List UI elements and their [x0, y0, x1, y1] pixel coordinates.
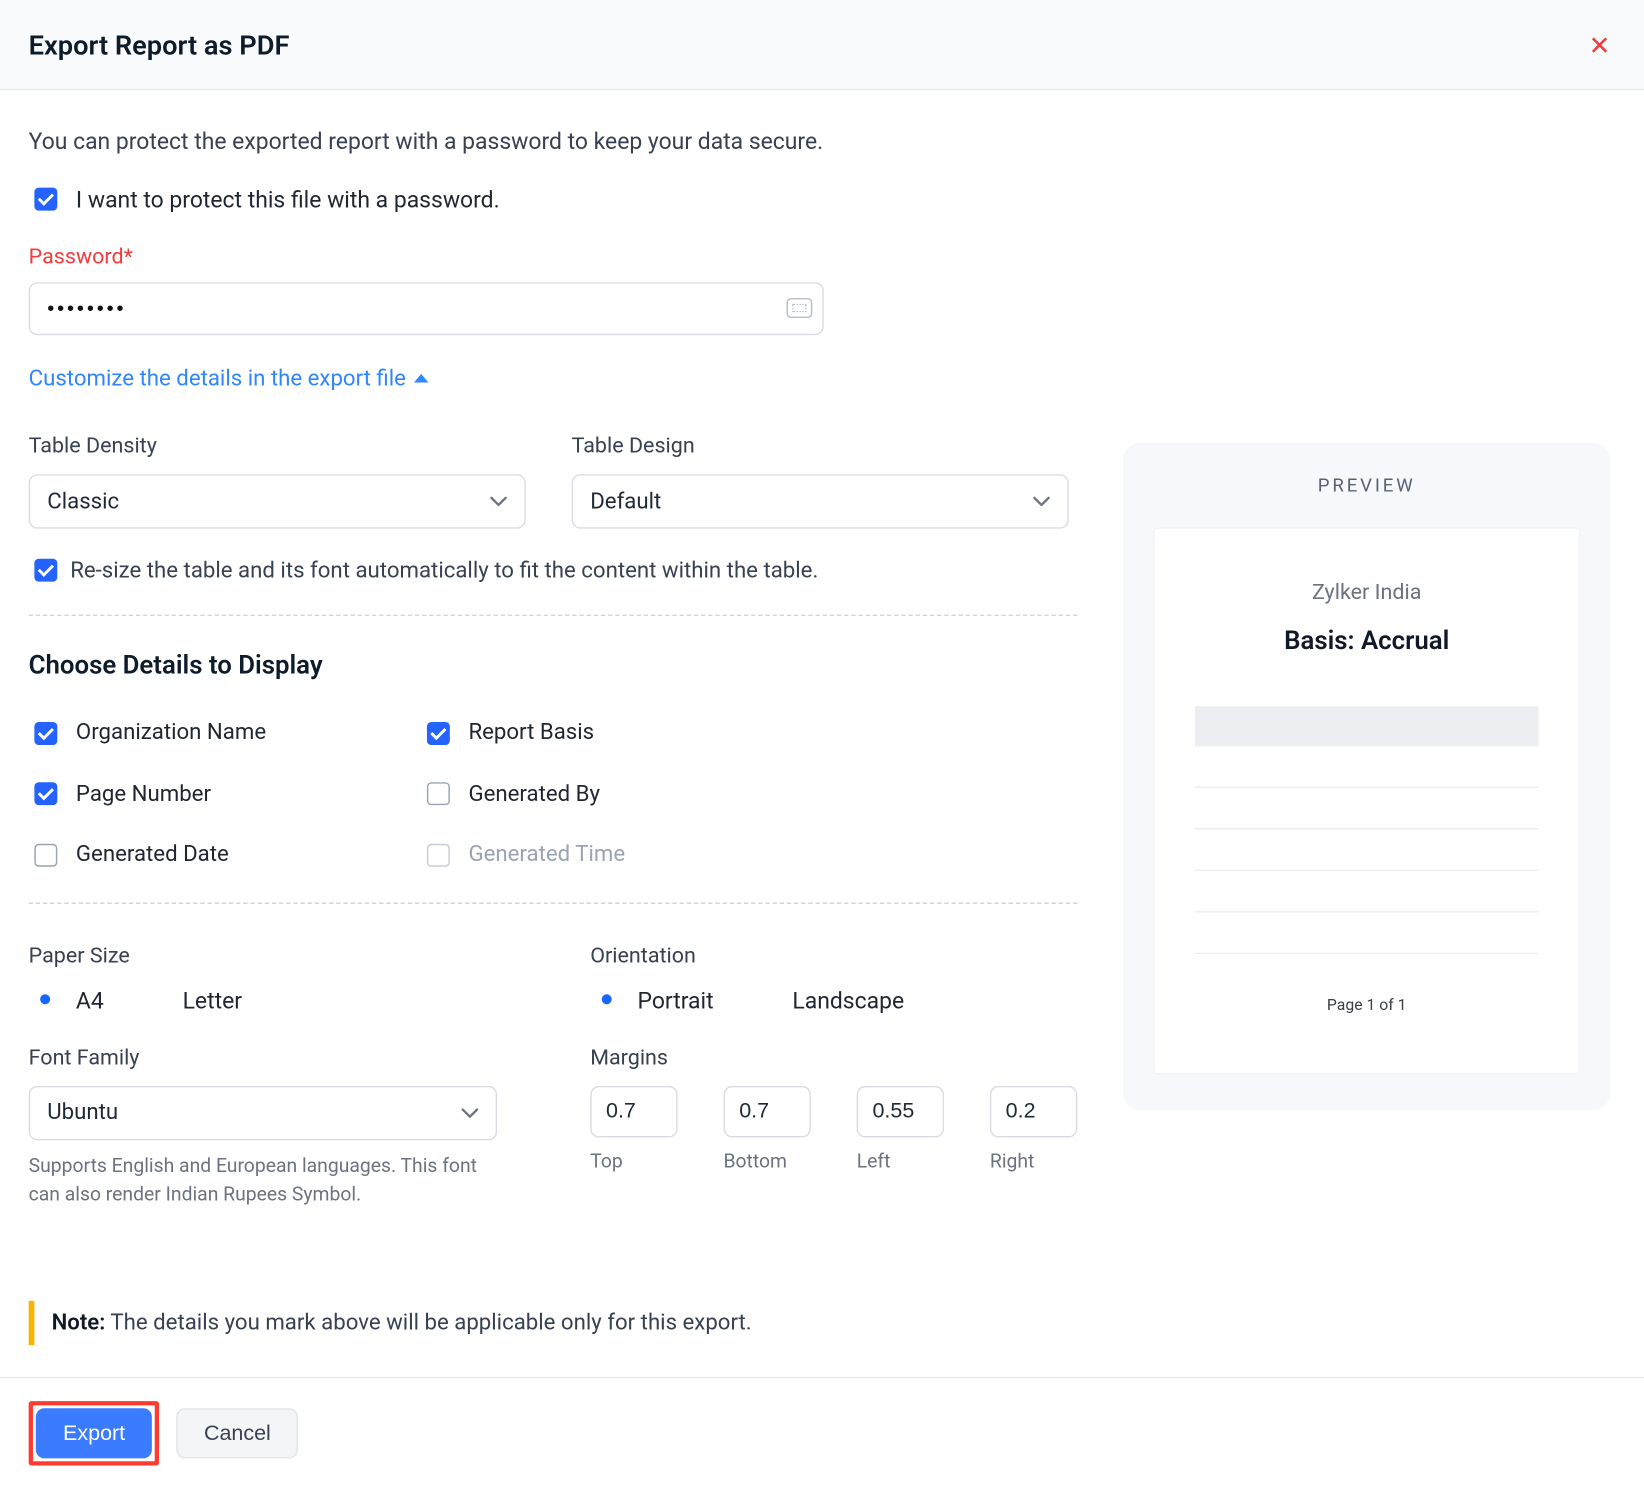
detail-page-number-checkbox[interactable] — [34, 782, 57, 805]
protect-file-checkbox[interactable] — [34, 188, 57, 211]
preview-panel: PREVIEW Zylker India Basis: Accrual Page… — [1123, 442, 1610, 1111]
chevron-up-icon — [414, 374, 428, 383]
intro-text: You can protect the exported report with… — [29, 124, 1078, 157]
note-text: The details you mark above will be appli… — [105, 1309, 751, 1335]
chevron-down-icon — [461, 1107, 478, 1118]
keyboard-icon — [786, 298, 812, 318]
paper-size-letter-label: Letter — [183, 984, 242, 1017]
detail-organization-name-label: Organization Name — [76, 717, 266, 749]
detail-generated-date-label: Generated Date — [76, 839, 229, 871]
margin-top-input[interactable] — [590, 1085, 677, 1137]
preview-basis: Basis: Accrual — [1195, 623, 1539, 660]
protect-file-label: I want to protect this file with a passw… — [76, 183, 500, 216]
detail-report-basis[interactable]: Report Basis — [421, 717, 693, 749]
paper-size-a4-label: A4 — [76, 984, 104, 1017]
orientation-landscape-label: Landscape — [792, 984, 904, 1017]
cancel-button[interactable]: Cancel — [177, 1408, 298, 1458]
resize-table-label: Re-size the table and its font automatic… — [70, 554, 818, 586]
orientation-portrait-label: Portrait — [638, 984, 714, 1017]
font-family-value: Ubuntu — [47, 1096, 118, 1128]
resize-table-row[interactable]: Re-size the table and its font automatic… — [29, 554, 1078, 586]
dialog-header: Export Report as PDF ✕ — [0, 0, 1644, 90]
paper-size-letter-radio[interactable] — [142, 990, 166, 1014]
orientation-landscape[interactable]: Landscape — [745, 984, 904, 1017]
close-button[interactable]: ✕ — [1583, 27, 1616, 64]
export-button[interactable]: Export — [36, 1408, 153, 1458]
divider — [29, 902, 1078, 903]
margin-left-input[interactable] — [857, 1085, 944, 1137]
customize-details-toggle[interactable]: Customize the details in the export file — [29, 362, 429, 394]
margins-label: Margins — [590, 1043, 1077, 1074]
detail-generated-time-label: Generated Time — [468, 839, 625, 871]
detail-organization-name-checkbox[interactable] — [34, 722, 57, 745]
preview-placeholder-line — [1195, 828, 1539, 829]
detail-generated-time-checkbox — [427, 843, 450, 866]
password-label: Password* — [29, 242, 1078, 273]
preview-placeholder-line — [1195, 911, 1539, 912]
paper-size-a4[interactable]: A4 — [29, 984, 104, 1017]
margin-left-label: Left — [857, 1148, 944, 1176]
font-family-helper: Supports English and European languages.… — [29, 1151, 487, 1209]
export-report-dialog: Export Report as PDF ✕ You can protect t… — [0, 0, 1644, 1494]
paper-size-a4-radio[interactable] — [36, 990, 60, 1014]
margin-right-label: Right — [990, 1148, 1077, 1176]
preview-title: PREVIEW — [1155, 474, 1579, 501]
table-design-label: Table Design — [572, 431, 1069, 462]
margin-top-label: Top — [590, 1148, 677, 1176]
table-design-value: Default — [590, 485, 661, 517]
table-density-select[interactable]: Classic — [29, 474, 526, 528]
table-design-select[interactable]: Default — [572, 474, 1069, 528]
detail-organization-name[interactable]: Organization Name — [29, 717, 301, 749]
table-density-value: Classic — [47, 485, 119, 517]
preview-placeholder-line — [1195, 953, 1539, 954]
detail-generated-time: Generated Time — [421, 839, 693, 871]
detail-page-number-label: Page Number — [76, 778, 211, 810]
preview-org-name: Zylker India — [1195, 578, 1539, 609]
detail-report-basis-checkbox[interactable] — [427, 722, 450, 745]
preview-pagination: Page 1 of 1 — [1195, 995, 1539, 1018]
preview-document: Zylker India Basis: Accrual Page 1 of 1 — [1155, 529, 1579, 1073]
margin-bottom-input[interactable] — [723, 1085, 810, 1137]
detail-generated-by-checkbox[interactable] — [427, 782, 450, 805]
dialog-title: Export Report as PDF — [29, 26, 290, 65]
font-family-label: Font Family — [29, 1043, 545, 1074]
detail-generated-by-label: Generated By — [468, 778, 600, 810]
detail-generated-date[interactable]: Generated Date — [29, 839, 301, 871]
paper-size-label: Paper Size — [29, 941, 545, 972]
chevron-down-icon — [490, 496, 507, 507]
password-input[interactable] — [29, 282, 824, 335]
orientation-label: Orientation — [590, 941, 1077, 972]
orientation-landscape-radio[interactable] — [752, 990, 776, 1014]
paper-size-letter[interactable]: Letter — [135, 984, 242, 1017]
dialog-footer: Export Cancel — [0, 1376, 1644, 1493]
preview-placeholder-line — [1195, 870, 1539, 871]
detail-report-basis-label: Report Basis — [468, 717, 594, 749]
orientation-portrait[interactable]: Portrait — [590, 984, 713, 1017]
font-family-select[interactable]: Ubuntu — [29, 1085, 497, 1139]
resize-table-checkbox[interactable] — [34, 559, 57, 582]
close-icon: ✕ — [1589, 31, 1611, 60]
details-section-title: Choose Details to Display — [29, 648, 1078, 685]
customize-details-label: Customize the details in the export file — [29, 362, 406, 394]
note-bar: Note: The details you mark above will be… — [29, 1301, 1078, 1345]
divider — [29, 615, 1078, 616]
detail-generated-by[interactable]: Generated By — [421, 778, 693, 810]
margin-bottom-label: Bottom — [723, 1148, 810, 1176]
detail-generated-date-checkbox[interactable] — [34, 843, 57, 866]
preview-placeholder-block — [1195, 707, 1539, 747]
table-density-label: Table Density — [29, 431, 526, 462]
margin-right-input[interactable] — [990, 1085, 1077, 1137]
export-button-highlight: Export — [29, 1400, 160, 1464]
preview-placeholder-line — [1195, 787, 1539, 788]
detail-page-number[interactable]: Page Number — [29, 778, 301, 810]
protect-file-row[interactable]: I want to protect this file with a passw… — [29, 183, 1078, 216]
chevron-down-icon — [1033, 496, 1050, 507]
note-prefix: Note: — [52, 1309, 106, 1335]
orientation-portrait-radio[interactable] — [597, 990, 621, 1014]
